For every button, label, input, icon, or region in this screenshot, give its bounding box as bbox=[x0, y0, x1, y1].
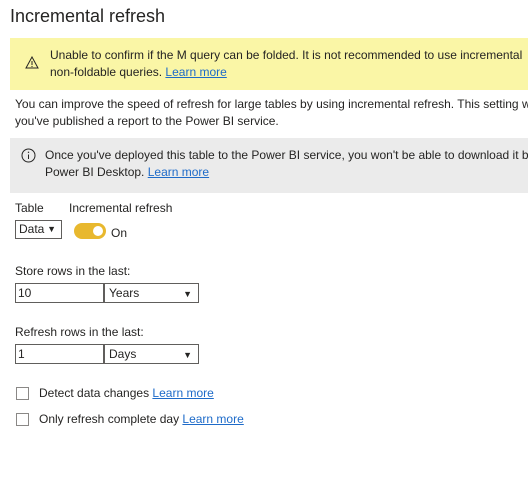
description-line-2: you've published a report to the Power B… bbox=[15, 114, 279, 128]
info-learn-more-link[interactable]: Learn more bbox=[148, 165, 209, 179]
info-line-2: Power BI Desktop. bbox=[45, 165, 145, 179]
chevron-down-icon: ▼ bbox=[183, 350, 192, 360]
toggle-knob bbox=[93, 226, 103, 236]
warning-banner: Unable to confirm if the M query can be … bbox=[10, 38, 528, 90]
detect-data-changes-checkbox[interactable] bbox=[16, 387, 29, 400]
refresh-rows-label: Refresh rows in the last: bbox=[15, 325, 144, 339]
only-refresh-complete-day-row: Only refresh complete day Learn more bbox=[39, 412, 244, 426]
detect-learn-more-link[interactable]: Learn more bbox=[152, 386, 213, 400]
table-select[interactable]: Data ▼ bbox=[15, 220, 62, 239]
incremental-refresh-label: Incremental refresh bbox=[69, 201, 173, 215]
warning-text: Unable to confirm if the M query can be … bbox=[50, 47, 522, 81]
refresh-rows-unit-value: Days bbox=[109, 347, 137, 361]
only-refresh-complete-day-label: Only refresh complete day bbox=[39, 412, 180, 426]
incremental-refresh-toggle[interactable] bbox=[74, 223, 106, 239]
refresh-rows-input[interactable]: 1 bbox=[15, 344, 104, 364]
table-select-value: Data bbox=[19, 222, 45, 236]
chevron-down-icon: ▼ bbox=[47, 224, 56, 234]
warning-icon bbox=[25, 55, 39, 74]
detect-data-changes-row: Detect data changes Learn more bbox=[39, 386, 214, 400]
refresh-rows-unit-select[interactable]: Days ▼ bbox=[104, 344, 199, 364]
store-rows-label: Store rows in the last: bbox=[15, 264, 131, 278]
toggle-state-label: On bbox=[111, 226, 128, 240]
table-label: Table bbox=[15, 201, 44, 215]
store-rows-unit-select[interactable]: Years ▼ bbox=[104, 283, 199, 303]
page-title: Incremental refresh bbox=[10, 6, 166, 26]
warning-line-1: Unable to confirm if the M query can be … bbox=[50, 48, 523, 62]
detect-data-changes-label: Detect data changes bbox=[39, 386, 150, 400]
info-icon bbox=[21, 148, 36, 168]
complete-learn-more-link[interactable]: Learn more bbox=[182, 412, 243, 426]
info-text: Once you've deployed this table to the P… bbox=[45, 147, 528, 181]
warning-line-2: non-foldable queries. bbox=[50, 65, 163, 79]
info-line-1: Once you've deployed this table to the P… bbox=[45, 148, 528, 162]
only-refresh-complete-day-checkbox[interactable] bbox=[16, 413, 29, 426]
store-rows-unit-value: Years bbox=[109, 286, 140, 300]
warning-learn-more-link[interactable]: Learn more bbox=[165, 65, 226, 79]
description-line-1: You can improve the speed of refresh for… bbox=[15, 97, 528, 111]
store-rows-input[interactable]: 10 bbox=[15, 283, 104, 303]
info-banner: Once you've deployed this table to the P… bbox=[10, 138, 528, 193]
description: You can improve the speed of refresh for… bbox=[15, 96, 528, 130]
chevron-down-icon: ▼ bbox=[183, 289, 192, 299]
